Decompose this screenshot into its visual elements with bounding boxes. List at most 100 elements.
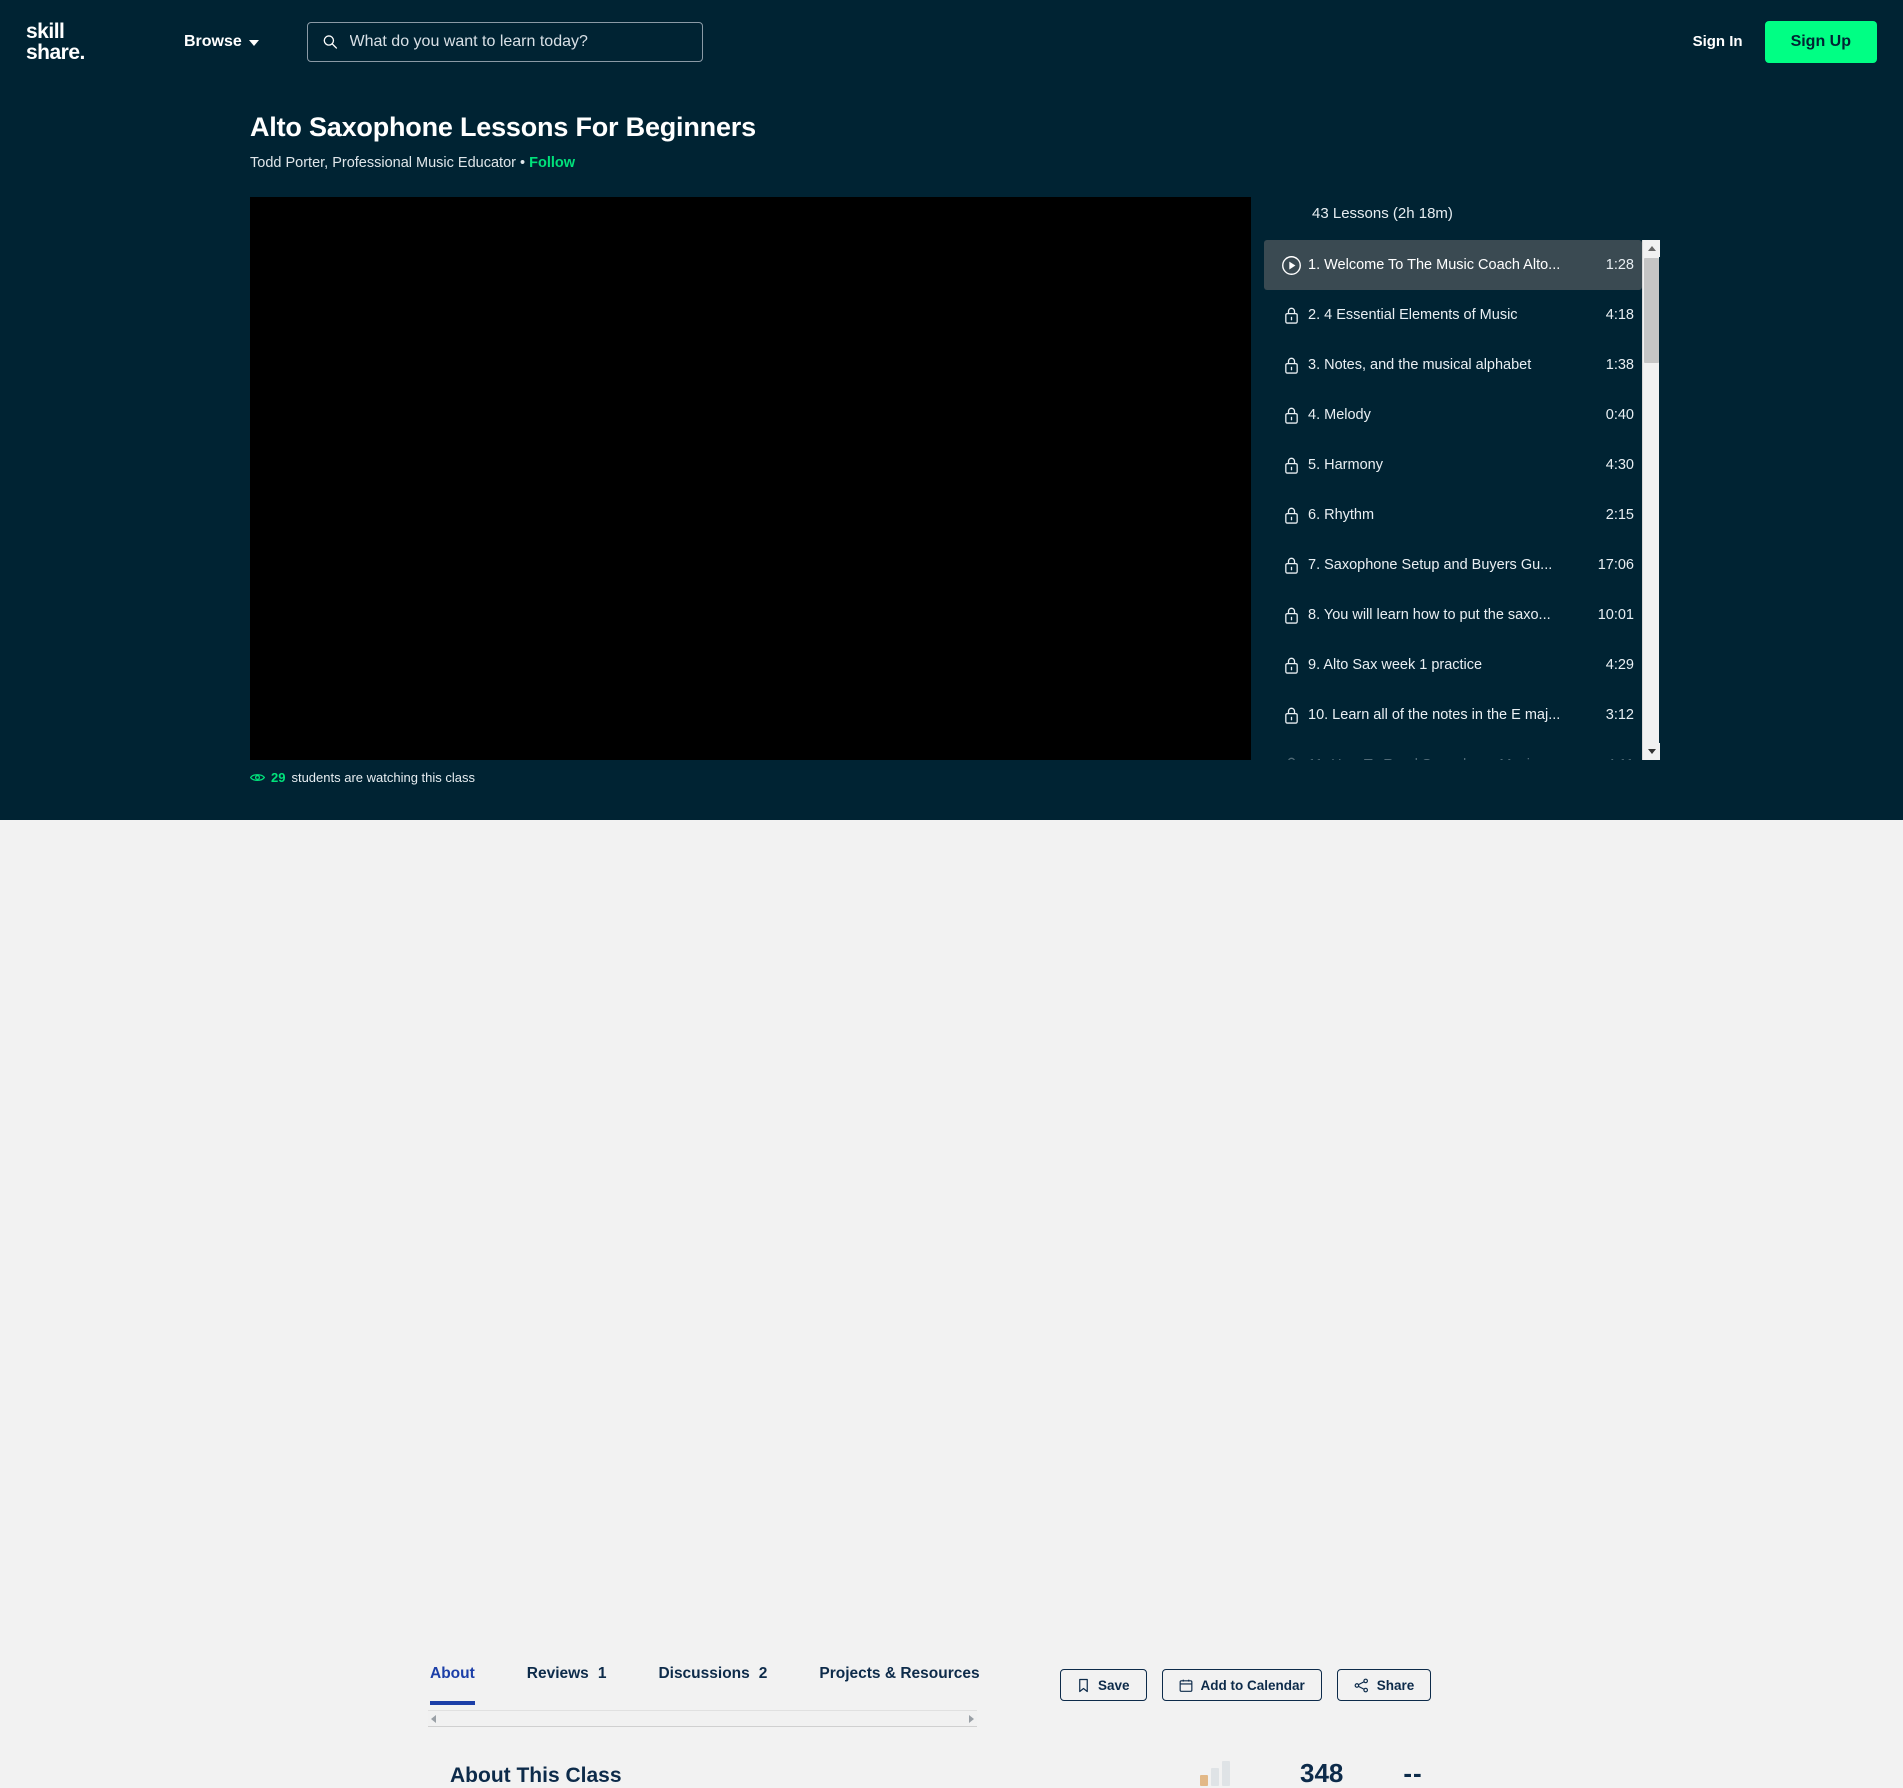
play-icon [1281, 255, 1301, 275]
content-region: About Reviews 1 Discussions 2 Projects & Reso… [0, 820, 1903, 1787]
lesson-row[interactable]: 3. Notes, and the musical alphabet 1:38 [1264, 340, 1642, 390]
author-name[interactable]: Todd Porter, Professional Music Educator [250, 155, 516, 171]
lock-icon [1274, 656, 1308, 675]
lesson-title: 9. Alto Sax week 1 practice [1308, 657, 1483, 673]
lock-icon [1274, 556, 1308, 575]
watching-label: students are watching this class [291, 770, 476, 785]
lesson-list[interactable]: 1. Welcome To The Music Coach Alto... 1:2… [1264, 240, 1642, 760]
browse-label: Browse [184, 32, 242, 50]
lesson-duration: 4:18 [1605, 307, 1634, 323]
lesson-title: 11. How To Read Saxophone Music [1308, 757, 1607, 760]
search-box[interactable] [306, 21, 703, 62]
eye-icon [250, 774, 265, 781]
tab-reviews[interactable]: Reviews 1 [527, 1657, 607, 1705]
lesson-title: 6. Rhythm [1308, 507, 1375, 523]
tab-label: About [430, 1665, 475, 1682]
add-to-calendar-label: Add to Calendar [1200, 1677, 1305, 1693]
lesson-row[interactable]: 6. Rhythm 2:15 [1264, 490, 1642, 540]
lesson-row[interactable]: 8. You will learn how to put the saxo...… [1264, 590, 1642, 640]
lesson-row[interactable]: 2. 4 Essential Elements of Music 4:18 [1264, 290, 1642, 340]
lesson-title: 8. You will learn how to put the saxo... [1308, 607, 1551, 623]
lesson-title: 10. Learn all of the notes in the E maj.… [1308, 707, 1561, 723]
chevron-down-icon [248, 39, 259, 46]
lesson-row[interactable]: 10. Learn all of the notes in the E maj.… [1264, 690, 1642, 740]
watching-count: 29 [271, 770, 286, 785]
lock-icon [1287, 757, 1295, 760]
scroll-left-icon[interactable] [431, 1714, 436, 1723]
play-icon [1274, 255, 1308, 276]
lesson-duration: 4:11 [1607, 757, 1634, 760]
lesson-duration: 4:29 [1605, 657, 1634, 673]
lesson-title: 1. Welcome To The Music Coach Alto... [1308, 257, 1561, 273]
tab-badge: 2 [758, 1665, 768, 1682]
search-icon [323, 35, 337, 49]
lesson-duration: 3:12 [1605, 707, 1634, 723]
share-button[interactable]: Share [1336, 1669, 1432, 1701]
course-stats: 348 -- [1200, 1760, 1423, 1786]
lesson-list-scrollbar[interactable] [1642, 240, 1660, 760]
sign-in-link[interactable]: Sign In [1693, 33, 1743, 50]
lesson-duration: 2:15 [1605, 507, 1634, 523]
lesson-row[interactable]: 9. Alto Sax week 1 practice 4:29 [1264, 640, 1642, 690]
scrollbar-thumb[interactable] [1644, 258, 1659, 363]
course-byline: Todd Porter, Professional Music Educator… [250, 155, 756, 171]
lesson-row[interactable]: 7. Saxophone Setup and Buyers Gu... 17:06 [1264, 540, 1642, 590]
lock-icon [1284, 657, 1298, 674]
watching-status: 29 students are watching this class [250, 770, 475, 785]
scroll-down-button[interactable] [1643, 743, 1660, 760]
dark-hero-region: skill share. Browse Sign In Sign Up Alto… [0, 0, 1903, 820]
lesson-duration: 17:06 [1597, 557, 1634, 573]
tab-label: Reviews [526, 1665, 589, 1682]
lock-icon [1274, 406, 1308, 425]
page-title: Alto Saxophone Lessons For Beginners [250, 112, 756, 142]
top-navigation-bar: skill share. Browse Sign In Sign Up [0, 0, 1903, 83]
lock-icon [1284, 707, 1298, 724]
video-player[interactable] [250, 197, 1251, 760]
search-input[interactable] [349, 32, 688, 51]
lock-icon [1274, 356, 1308, 375]
tab-projects-resources[interactable]: Projects & Resources [819, 1657, 979, 1705]
lock-icon [1274, 606, 1308, 625]
lesson-row[interactable]: 1. Welcome To The Music Coach Alto... 1:2… [1264, 240, 1642, 290]
browse-menu[interactable]: Browse [184, 33, 259, 51]
lock-icon [1284, 557, 1298, 574]
lock-icon [1274, 306, 1308, 325]
calendar-icon [1179, 1679, 1192, 1692]
skillshare-logo[interactable]: skill share. [24, 21, 124, 63]
add-to-calendar-button[interactable]: Add to Calendar [1161, 1669, 1322, 1701]
save-label: Save [1098, 1677, 1130, 1693]
lock-icon [1274, 506, 1308, 525]
course-header: Alto Saxophone Lessons For Beginners Tod… [250, 112, 756, 171]
lock-icon [1284, 457, 1298, 474]
lesson-duration: 1:38 [1605, 357, 1634, 373]
about-this-class-heading: About This Class [450, 1764, 622, 1787]
logo-line-2: share. [26, 40, 85, 64]
lesson-title: 3. Notes, and the musical alphabet [1308, 357, 1532, 373]
lesson-row[interactable]: 4. Melody 0:40 [1264, 390, 1642, 440]
tab-badge: 1 [597, 1665, 607, 1682]
lock-icon [1274, 756, 1308, 760]
content-tabs[interactable]: About Reviews 1 Discussions 2 Projects & Reso… [430, 1657, 1032, 1705]
logo-line-1: skill [26, 19, 65, 43]
tab-discussions[interactable]: Discussions 2 [658, 1657, 767, 1705]
students-count: 348 [1300, 1758, 1344, 1788]
lessons-count-label: 43 Lessons (2h 18m) [1312, 205, 1453, 222]
projects-count: -- [1403, 1758, 1423, 1788]
chevron-down-icon [1647, 749, 1656, 754]
lock-icon [1284, 407, 1298, 424]
lesson-duration: 1:28 [1605, 257, 1634, 273]
lesson-row[interactable]: 5. Harmony 4:30 [1264, 440, 1642, 490]
bookmark-icon [1079, 1678, 1088, 1692]
lesson-duration: 10:01 [1597, 607, 1634, 623]
byline-separator: • [520, 155, 526, 171]
chevron-up-icon [1647, 246, 1656, 251]
follow-button[interactable]: Follow [529, 155, 575, 171]
scroll-up-button[interactable] [1643, 240, 1660, 257]
scroll-right-icon[interactable] [969, 1714, 974, 1723]
save-button[interactable]: Save [1060, 1669, 1147, 1701]
tabs-horizontal-scrollbar[interactable] [428, 1710, 977, 1727]
tab-about[interactable]: About [430, 1657, 475, 1705]
lesson-row[interactable]: 11. How To Read Saxophone Music4:11 [1264, 740, 1642, 760]
course-action-buttons: Save Add to Calendar Share [1060, 1669, 1432, 1701]
sign-up-button[interactable]: Sign Up [1764, 20, 1877, 63]
